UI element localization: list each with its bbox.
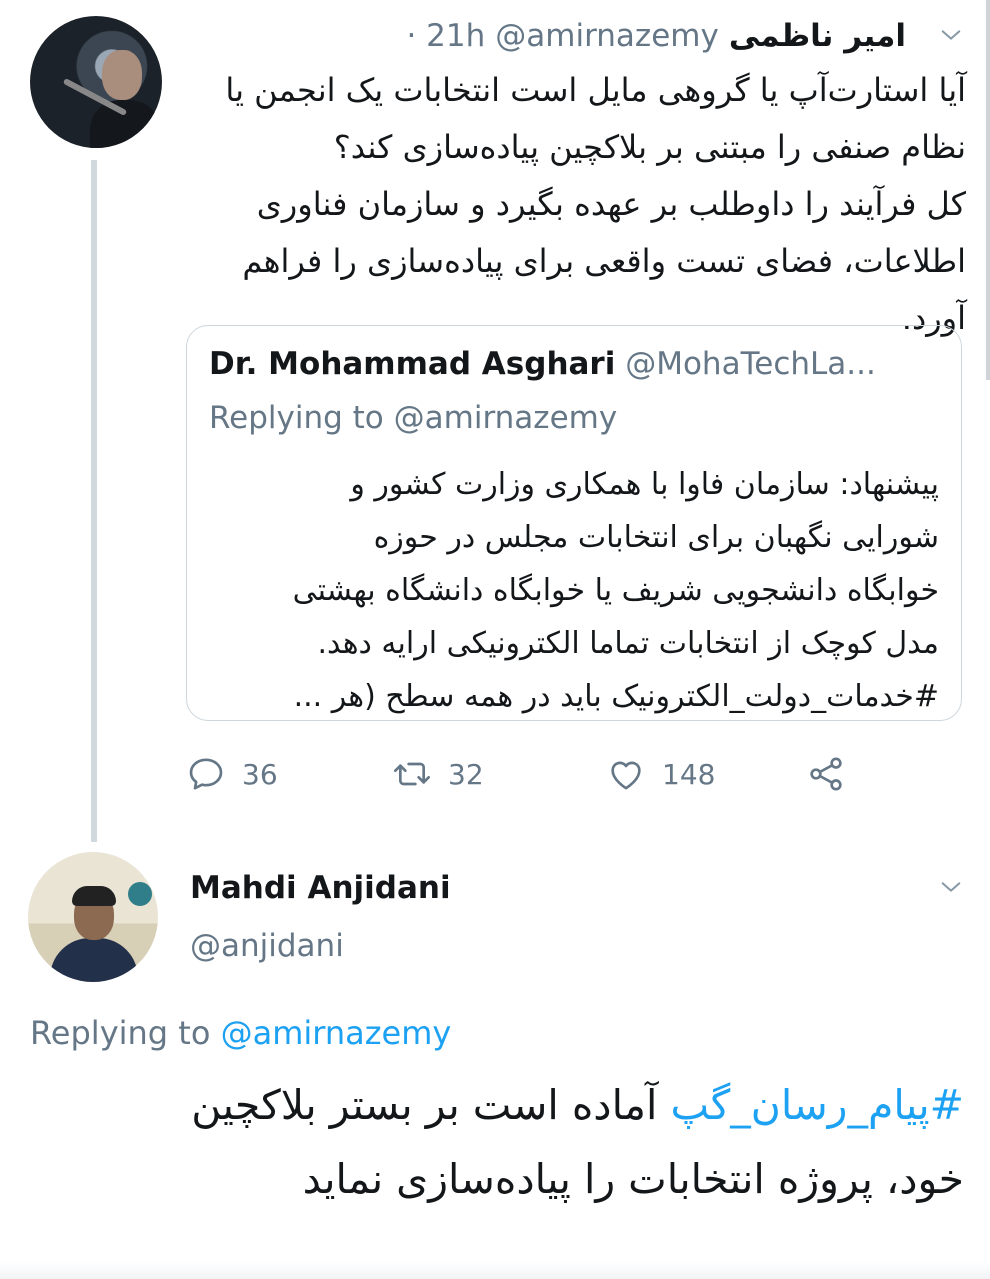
avatar[interactable] <box>28 852 158 982</box>
chevron-down-icon[interactable] <box>940 24 962 46</box>
reply-button[interactable]: 36 <box>186 752 278 796</box>
tweet-text-line: خود، پروژه انتخابات را پیاده‌سازی نماید <box>302 1155 964 1203</box>
bottom-edge <box>0 1262 990 1279</box>
tweet-handle[interactable]: @amirnazemy <box>495 18 719 54</box>
quoted-text-line: مدل کوچک از انتخابات تماما الکترونیکی ار… <box>317 626 939 661</box>
quoted-text-line: پیشنهاد: سازمان فاوا با همکاری وزارت کشو… <box>350 467 939 502</box>
quoted-text-line: #خدمات_دولت_الکترونیک باید در همه سطح (ه… <box>293 679 939 714</box>
reply-count: 36 <box>242 757 278 791</box>
quoted-text-line: شورایی نگهبان برای انتخابات مجلس در حوزه <box>373 520 939 555</box>
like-button[interactable]: 148 <box>606 752 715 796</box>
tweet-handle[interactable]: @anjidani <box>190 928 344 964</box>
retweet-icon <box>394 762 430 786</box>
quoted-tweet-header: Dr. Mohammad Asghari @MohaTechLa... <box>209 346 876 382</box>
retweet-count: 32 <box>448 757 484 791</box>
tweet-text: آیا استارت‌آپ یا گروهی مایل است انتخابات… <box>186 62 966 347</box>
tweet-text-line: اطلاعات، فضای تست واقعی برای پیاده‌سازی … <box>242 242 966 280</box>
thread-connector-line <box>91 160 97 842</box>
quoted-author-name: Dr. Mohammad Asghari <box>209 346 616 382</box>
replying-to-handle[interactable]: @amirnazemy <box>221 1014 452 1052</box>
tweet-text-line: #پیام_رسان_گپ آماده است بر بستر بلاکچین <box>30 1068 964 1142</box>
tweet-text: #پیام_رسان_گپ آماده است بر بستر بلاکچین … <box>30 1068 964 1216</box>
replying-to: Replying to @amirnazemy <box>30 1014 451 1052</box>
tweet-actions: 36 32 148 <box>186 752 876 796</box>
tweet-text-line: نظام صنفی را مبتنی بر بلاکچین پیاده‌سازی… <box>333 128 966 166</box>
quoted-text-line: خوابگاه دانشجویی شریف یا خوابگاه دانشگاه… <box>292 573 939 608</box>
tweet-time[interactable]: · 21h <box>406 18 485 54</box>
hashtag-link[interactable]: #پیام_رسان_گپ <box>670 1081 964 1129</box>
quoted-tweet-text: پیشنهاد: سازمان فاوا با همکاری وزارت کشو… <box>209 458 939 723</box>
retweet-button[interactable]: 32 <box>392 752 484 796</box>
quoted-tweet[interactable]: Dr. Mohammad Asghari @MohaTechLa... Repl… <box>186 325 962 721</box>
quoted-replying-to: Replying to @amirnazemy <box>209 400 617 436</box>
avatar[interactable] <box>30 16 162 148</box>
tweet-text-line: کل فرآیند را داوطلب بر عهده بگیرد و سازم… <box>256 185 966 223</box>
quoted-author-handle: @MohaTechLa... <box>625 346 876 382</box>
share-icon <box>810 757 842 791</box>
like-icon <box>611 761 641 790</box>
like-count: 148 <box>662 757 716 791</box>
share-button[interactable] <box>806 752 846 796</box>
reply-icon <box>189 758 223 790</box>
tweet-author-name[interactable]: Mahdi Anjidani <box>190 870 451 906</box>
tweet-author-name[interactable]: امیر ناظمی <box>729 18 906 54</box>
replying-to-label: Replying to <box>209 400 384 436</box>
replying-to-label: Replying to <box>30 1014 211 1052</box>
tweet-header: · 21h @amirnazemy امیر ناظمی <box>186 14 906 58</box>
tweet-text-fragment: آماده است بر بستر بلاکچین <box>191 1081 671 1129</box>
chevron-down-icon[interactable] <box>940 876 962 898</box>
replying-to-handle: @amirnazemy <box>393 400 618 436</box>
tweet-text-line: آیا استارت‌آپ یا گروهی مایل است انتخابات… <box>225 71 966 109</box>
tweet-original[interactable]: · 21h @amirnazemy امیر ناظمی آیا استارت‌… <box>0 0 990 842</box>
